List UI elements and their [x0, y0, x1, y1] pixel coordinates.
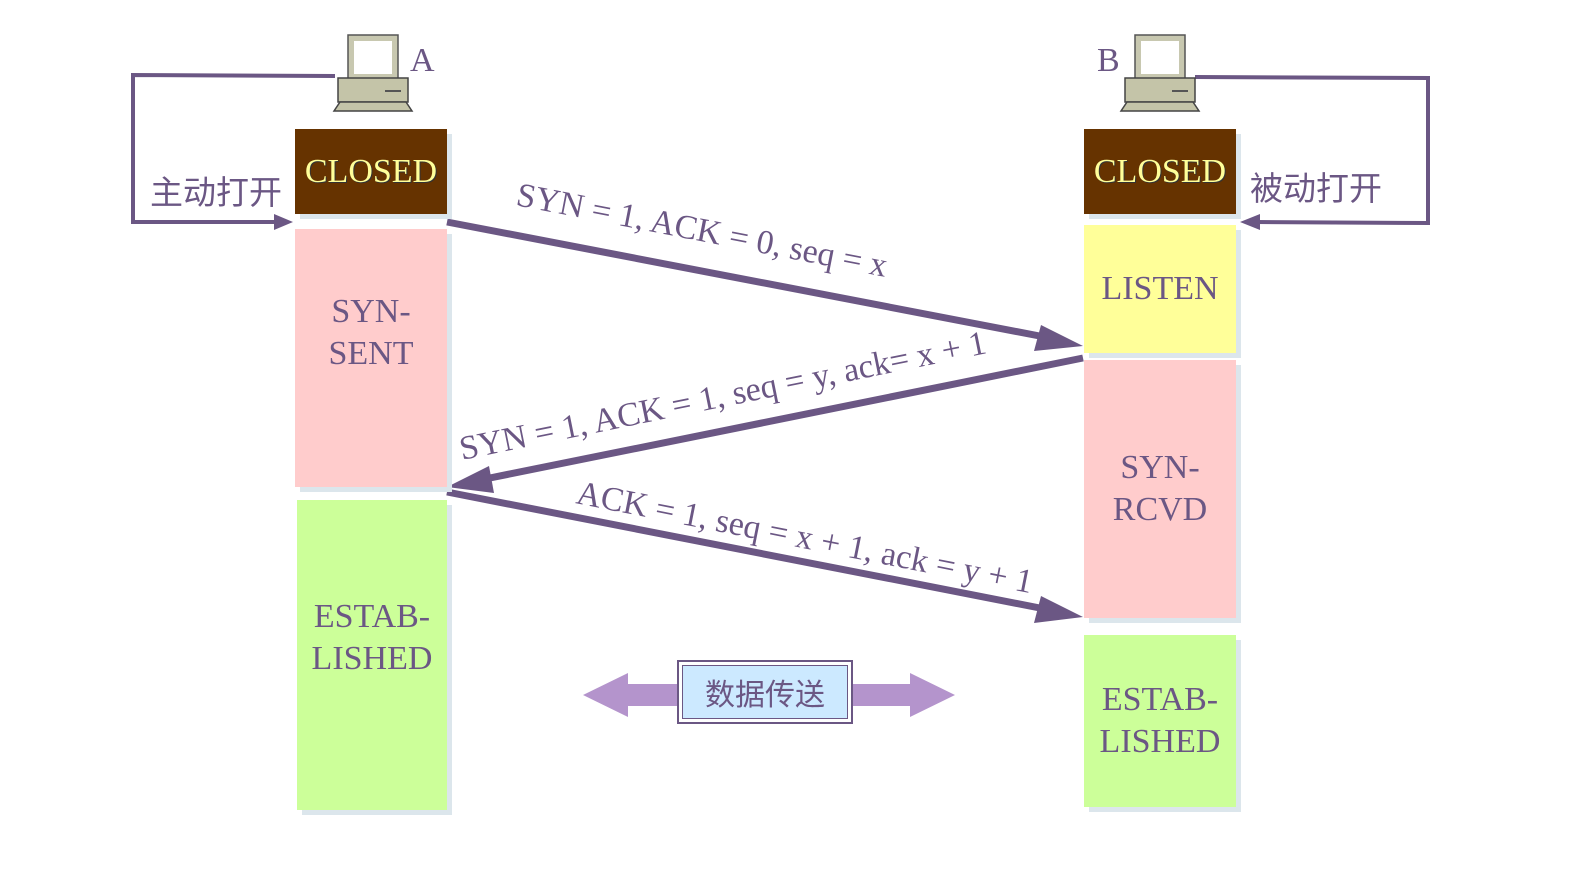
state-b-established: ESTAB- LISHED [1084, 635, 1236, 807]
state-label: ESTAB- LISHED [1099, 681, 1221, 760]
state-label: ESTAB- LISHED [311, 598, 433, 677]
state-label: LISTEN [1101, 270, 1219, 307]
state-label: CLOSED [1093, 152, 1227, 190]
arrowhead [447, 466, 494, 493]
arrowhead [1034, 596, 1083, 623]
data-transfer-label: 数据传送 [682, 665, 848, 719]
active-open-label: 主动打开 [150, 173, 282, 212]
message-ack-arrow: ACK = 1, seq = x + 1, ack = y + 1 [446, 475, 1083, 623]
handshake-diagram: SYN = 1, ACK = 0, seq = x SYN = 1, ACK =… [0, 0, 1594, 870]
host-a-label: A [410, 42, 435, 79]
state-b-closed: CLOSED [1084, 129, 1236, 214]
state-b-syn-rcvd: SYN- RCVD [1084, 360, 1236, 618]
data-transfer-box: 数据传送 [677, 660, 853, 724]
state-b-listen: LISTEN [1084, 225, 1236, 353]
host-b-label: B [1097, 42, 1120, 79]
state-a-established: ESTAB- LISHED [297, 500, 447, 810]
passive-open-label: 被动打开 [1250, 169, 1382, 208]
diagram-canvas: SYN = 1, ACK = 0, seq = x SYN = 1, ACK =… [131, 34, 1430, 717]
computer-icon-a [332, 34, 414, 112]
state-label: SYN- SENT [328, 293, 414, 372]
computer-icon-b [1119, 34, 1201, 112]
active-open-arrowhead [274, 214, 293, 230]
state-a-syn-sent: SYN- SENT [295, 229, 447, 487]
message-ack-label: ACK = 1, seq = x + 1, ack = y + 1 [573, 475, 1036, 601]
state-a-closed: CLOSED [295, 129, 447, 214]
state-label: SYN- RCVD [1112, 449, 1208, 528]
state-label: CLOSED [304, 152, 438, 190]
message-syn-ack-arrow: SYN = 1, ACK = 1, seq = y, ack= x + 1 [447, 325, 1084, 493]
passive-open-arrowhead [1240, 214, 1260, 230]
arrowhead [1034, 325, 1083, 351]
message-syn-arrow: SYN = 1, ACK = 0, seq = x [446, 177, 1083, 351]
